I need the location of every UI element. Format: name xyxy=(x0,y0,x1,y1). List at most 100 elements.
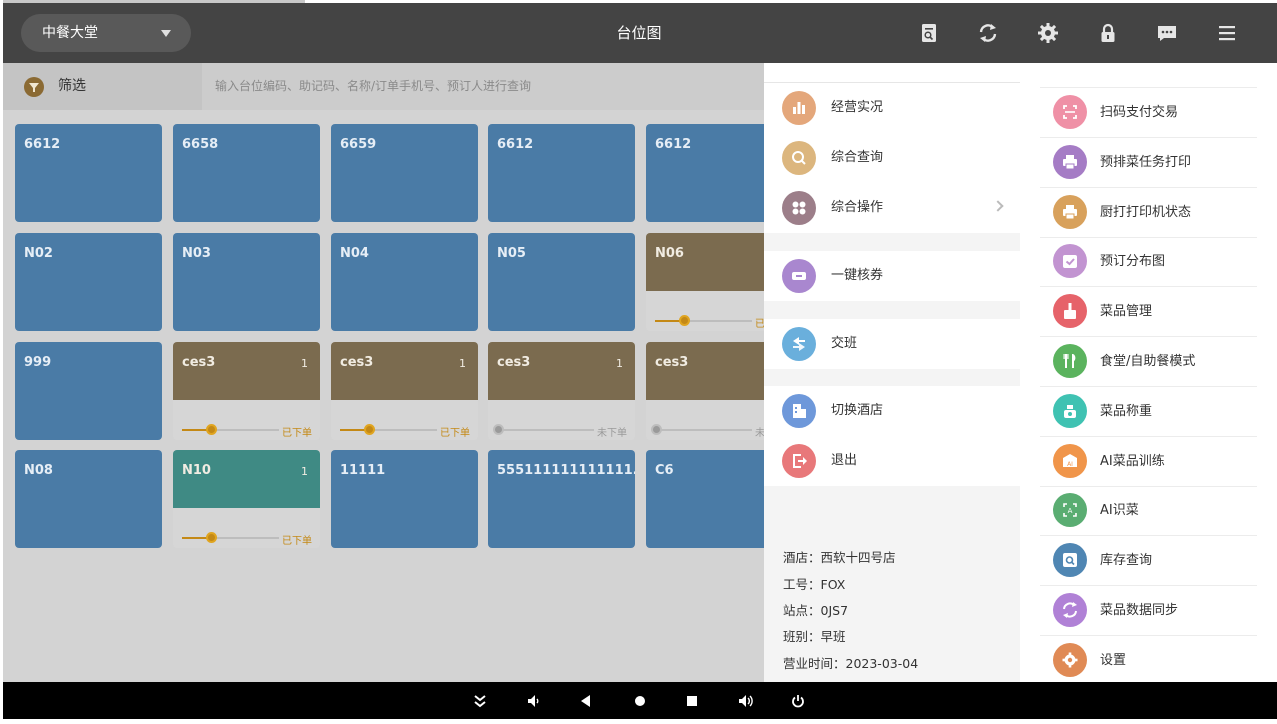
svg-text:A: A xyxy=(1068,507,1073,515)
table-name: 6659 xyxy=(340,137,377,152)
menu-item-label: 综合查询 xyxy=(831,150,884,165)
settings-icon[interactable] xyxy=(1036,21,1060,45)
menu-icon[interactable] xyxy=(1215,21,1239,45)
guest-count: 1 xyxy=(459,357,466,370)
scale-icon xyxy=(1053,393,1087,428)
table-tile[interactable]: ces3 1 未下单 xyxy=(488,342,635,440)
table-tile[interactable]: N04 xyxy=(331,233,478,331)
table-tile[interactable]: N03 xyxy=(173,233,320,331)
funnel-icon xyxy=(24,77,44,97)
table-name: N05 xyxy=(497,246,526,261)
shift-info: 班别：早班 xyxy=(783,629,846,644)
menu-item-sync[interactable]: 菜品数据同步 xyxy=(1040,586,1257,636)
volume-down-icon[interactable] xyxy=(523,691,543,711)
menu-item-search[interactable]: 综合查询 xyxy=(764,133,1020,183)
page-title: 台位图 xyxy=(616,24,662,42)
menu-item-grid[interactable]: 综合操作 xyxy=(764,183,1020,233)
cutlery-icon xyxy=(1053,344,1087,378)
gear-icon xyxy=(1053,642,1087,677)
menu-item-label: 扫码支付交易 xyxy=(1100,105,1179,120)
menu-item-gear[interactable]: 设置 xyxy=(1040,636,1257,682)
table-tile[interactable]: N05 xyxy=(488,233,635,331)
report-icon[interactable] xyxy=(917,21,941,45)
table-tile[interactable]: 6612 xyxy=(488,124,635,222)
menu-item-ai-training[interactable]: AI AI菜品训练 xyxy=(1040,437,1257,487)
table-tile[interactable]: 6612 xyxy=(15,124,162,222)
table-name: 11111 xyxy=(340,463,386,478)
table-name: N03 xyxy=(182,246,211,261)
menu-item-label: 菜品管理 xyxy=(1100,304,1153,320)
app-root: 中餐大堂 台位图 筛选 输入台位编码、助记码、名称/订单手机号、预订人进行查询 … xyxy=(0,0,1277,724)
table-tile[interactable]: 555111111111111... xyxy=(488,450,635,548)
table-tile[interactable]: N08 xyxy=(15,450,162,548)
menu-item-printer-status[interactable]: 厨打打印机状态 xyxy=(1040,188,1257,238)
table-tile[interactable]: 6658 xyxy=(173,124,320,222)
menu-item-printer[interactable]: 预排菜任务打印 xyxy=(1040,138,1257,188)
progress-track xyxy=(655,429,752,431)
table-tile[interactable]: 6659 xyxy=(331,124,478,222)
menu-item-label: AI菜品训练 xyxy=(1100,453,1165,469)
menu-item-cutlery[interactable]: 食堂/自助餐模式 xyxy=(1040,337,1257,387)
menu-spacer-top xyxy=(764,63,1020,82)
menu-item-ticket[interactable]: 一键核券 xyxy=(764,251,1020,301)
collapse-icon[interactable] xyxy=(470,691,490,711)
menu-item-label: 预订分布图 xyxy=(1100,254,1166,270)
top-bar: 中餐大堂 台位图 xyxy=(3,3,1277,63)
recents-icon[interactable] xyxy=(682,691,702,711)
progress-step-dot xyxy=(679,315,690,326)
menu-item-label: 退出 xyxy=(831,453,858,468)
menu-item-ai-scan[interactable]: A AI识菜 xyxy=(1040,486,1257,537)
table-name: 6612 xyxy=(655,137,692,152)
filter-button[interactable]: 筛选 xyxy=(3,63,202,110)
side-menu-secondary: 扫码支付交易 预排菜任务打印 厨打打印机状态 预订分布图菜品管理食堂/自助餐模式菜品称… xyxy=(1020,63,1277,682)
table-tile[interactable]: 999 xyxy=(15,342,162,440)
progress-step-dot xyxy=(364,424,375,435)
table-name: ces3 xyxy=(340,355,374,370)
home-icon[interactable] xyxy=(630,691,650,711)
table-header-band: ces3 1 xyxy=(173,342,320,400)
progress-step-dot xyxy=(206,532,217,543)
table-name: 555111111111111... xyxy=(497,463,635,478)
table-tile[interactable]: 11111 xyxy=(331,450,478,548)
side-menu-primary: 经营实况综合查询综合操作一键核券交班切换酒店退出 酒店：西软十四号店 工号：FO… xyxy=(764,63,1020,682)
power-icon[interactable] xyxy=(788,691,808,711)
message-icon[interactable] xyxy=(1155,21,1179,45)
table-tile[interactable]: ces3 1 已下单 xyxy=(331,342,478,440)
menu-item-logout[interactable]: 退出 xyxy=(764,436,1020,486)
menu-item-building[interactable]: 切换酒店 xyxy=(764,386,1020,436)
building-icon xyxy=(782,394,816,428)
order-status: 已下单 xyxy=(282,428,312,439)
lock-icon[interactable] xyxy=(1096,21,1120,45)
back-icon[interactable] xyxy=(576,691,596,711)
area-dropdown[interactable]: 中餐大堂 xyxy=(21,14,191,52)
guest-count: 1 xyxy=(616,357,623,370)
order-status: 未下单 xyxy=(597,428,627,439)
refresh-icon[interactable] xyxy=(976,21,1000,45)
table-tile[interactable]: N10 1 已下单 xyxy=(173,450,320,548)
menu-item-calendar-check[interactable]: 预订分布图 xyxy=(1040,237,1257,288)
menu-item-label: 一键核券 xyxy=(831,268,884,283)
ai-scan-icon: A xyxy=(1053,493,1087,528)
volume-up-icon[interactable] xyxy=(735,691,755,711)
menu-item-bar-chart[interactable]: 经营实况 xyxy=(764,83,1020,133)
guest-count: 1 xyxy=(301,357,308,370)
search-input[interactable]: 输入台位编码、助记码、名称/订单手机号、预订人进行查询 xyxy=(215,63,531,110)
grid-icon xyxy=(782,191,816,225)
area-dropdown-label: 中餐大堂 xyxy=(42,25,98,41)
hotel-info: 酒店：西软十四号店 xyxy=(783,550,896,565)
search-icon xyxy=(782,141,816,175)
menu-item-label: 切换酒店 xyxy=(831,403,884,418)
menu-item-label: 预排菜任务打印 xyxy=(1100,154,1192,170)
menu-item-label: 菜品称重 xyxy=(1100,403,1153,419)
menu-item-scan[interactable]: 扫码支付交易 xyxy=(1040,88,1257,138)
table-tile[interactable]: N02 xyxy=(15,233,162,331)
menu-item-inventory[interactable]: 库存查询 xyxy=(1040,536,1257,587)
table-name: N06 xyxy=(655,246,684,261)
staff-info: 工号：FOX xyxy=(783,577,846,592)
menu-item-scale[interactable]: 菜品称重 xyxy=(1040,387,1257,437)
table-tile[interactable]: ces3 1 已下单 xyxy=(173,342,320,440)
menu-item-label: AI识菜 xyxy=(1100,503,1139,519)
menu-item-dish[interactable]: 菜品管理 xyxy=(1040,287,1257,338)
menu-item-label: 厨打打印机状态 xyxy=(1100,204,1192,220)
menu-item-swap[interactable]: 交班 xyxy=(764,319,1020,369)
